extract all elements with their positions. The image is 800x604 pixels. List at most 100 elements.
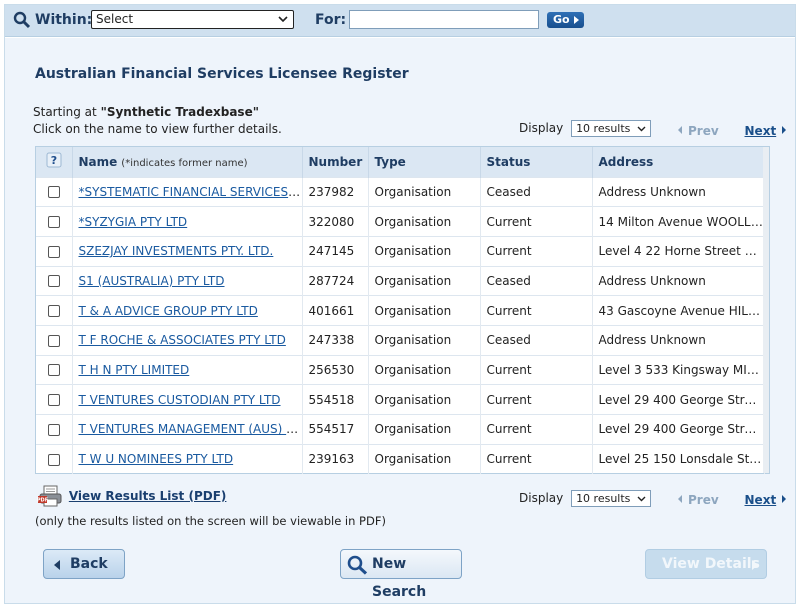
new-search-button[interactable]: New Search	[340, 549, 462, 600]
svg-text:PDF: PDF	[37, 498, 48, 504]
status-cell: Current	[480, 295, 593, 326]
number-cell: 247338	[302, 324, 369, 356]
view-results-pdf-link[interactable]: View Results List (PDF)	[69, 489, 227, 503]
status-column-header: Status	[480, 147, 593, 177]
back-button-label: Back	[70, 556, 108, 572]
search-bar: Within: Select For: Go	[5, 5, 795, 37]
results-per-page-select[interactable]: 10 results	[571, 490, 652, 507]
table-row[interactable]: SZEZJAY INVESTMENTS PTY. LTD. 247145 Organ…	[36, 235, 765, 267]
search-input[interactable]	[349, 10, 539, 29]
view-details-button[interactable]: View Details	[645, 549, 767, 579]
row-checkbox[interactable]	[47, 275, 60, 288]
prev-link[interactable]: Prev	[688, 124, 719, 138]
table-row[interactable]: T W U NOMINEES PTY LTD 239163 Organisation…	[36, 443, 765, 474]
number-cell: 554518	[302, 384, 369, 415]
name-cell: T VENTURES CUSTODIAN PTY LTD	[72, 384, 303, 415]
name-cell: T VENTURES MANAGEMENT (AUS) PT...	[72, 414, 303, 445]
number-cell: 247145	[302, 235, 369, 267]
table-row[interactable]: S1 (AUSTRALIA) PTY LTD 287724 Organisation…	[36, 265, 765, 296]
status-cell: Ceased	[480, 176, 593, 207]
table-row[interactable]: T VENTURES MANAGEMENT (AUS) PT... 554517 O…	[36, 414, 765, 445]
row-checkbox[interactable]	[47, 394, 60, 407]
display-label: Display	[519, 121, 564, 135]
licensee-name-link[interactable]: T H N PTY LIMITED	[79, 363, 190, 377]
row-checkbox-cell	[36, 384, 73, 415]
back-button[interactable]: Back	[43, 549, 125, 579]
display-control-bottom: Display 10 results	[519, 490, 652, 507]
type-cell: Organisation	[368, 384, 481, 415]
address-cell: Address Unknown	[592, 265, 765, 296]
address-cell: Address Unknown	[592, 324, 765, 356]
table-row[interactable]: *SYZYGIA PTY LTD 322080 Organisation Curren…	[36, 206, 765, 237]
number-cell: 287724	[302, 265, 369, 296]
starting-at-text: Starting at "Synthetic Tradexbase"	[33, 105, 259, 119]
licensee-name-link[interactable]: *SYSTEMATIC FINANCIAL SERVICES ...	[79, 185, 302, 199]
row-checkbox-cell	[36, 354, 73, 385]
name-cell: *SYZYGIA PTY LTD	[72, 206, 303, 237]
address-cell: Level 29 400 George Street...	[592, 414, 765, 445]
row-checkbox[interactable]	[47, 305, 60, 318]
go-button[interactable]: Go	[547, 12, 584, 28]
status-cell: Current	[480, 354, 593, 385]
address-cell: Level 25 150 Lonsdale Stre...	[592, 443, 765, 474]
name-cell: SZEZJAY INVESTMENTS PTY. LTD.	[72, 235, 303, 267]
pager-bottom: Prev Next	[678, 493, 787, 507]
name-header-label: Name	[78, 154, 118, 169]
row-checkbox[interactable]	[47, 423, 60, 436]
address-cell: 43 Gascoyne Avenue HILLC...	[592, 295, 765, 326]
table-row[interactable]: T H N PTY LIMITED 256530 Organisation Curre…	[36, 354, 765, 385]
row-checkbox[interactable]	[47, 334, 60, 347]
number-cell: 401661	[302, 295, 369, 326]
prev-arrow-icon	[678, 126, 682, 134]
status-cell: Current	[480, 206, 593, 237]
name-cell: T & A ADVICE GROUP PTY LTD	[72, 295, 303, 326]
row-checkbox-cell	[36, 414, 73, 445]
name-cell: *SYSTEMATIC FINANCIAL SERVICES ...	[72, 176, 303, 207]
table-row[interactable]: T & A ADVICE GROUP PTY LTD 401661 Organisa…	[36, 295, 765, 326]
table-scrollbar[interactable]	[763, 147, 769, 473]
prev-link[interactable]: Prev	[688, 493, 719, 507]
licensee-name-link[interactable]: S1 (AUSTRALIA) PTY LTD	[79, 274, 225, 288]
licensee-name-link[interactable]: *SYZYGIA PTY LTD	[79, 215, 188, 229]
licensee-name-link[interactable]: T VENTURES CUSTODIAN PTY LTD	[79, 393, 281, 407]
printer-pdf-icon: PDF	[37, 485, 62, 507]
row-checkbox-cell	[36, 206, 73, 237]
help-header: ?	[36, 147, 73, 177]
status-cell: Current	[480, 414, 593, 445]
table-row[interactable]: T F ROCHE & ASSOCIATES PTY LTD 247338 Orga…	[36, 324, 765, 356]
view-details-label: View Details	[662, 556, 760, 572]
address-cell: Address Unknown	[592, 176, 765, 207]
licensee-name-link[interactable]: SZEZJAY INVESTMENTS PTY. LTD.	[79, 244, 274, 258]
row-checkbox[interactable]	[47, 453, 60, 466]
within-select-value: Select	[96, 12, 134, 26]
row-checkbox[interactable]	[47, 186, 60, 199]
licensee-name-link[interactable]: T F ROCHE & ASSOCIATES PTY LTD	[79, 333, 286, 347]
next-link[interactable]: Next	[745, 124, 777, 138]
next-link[interactable]: Next	[745, 493, 777, 507]
go-button-label: Go	[553, 13, 570, 26]
number-cell: 237982	[302, 176, 369, 207]
results-table-container: ? Name (*indicates former name) Number Ty…	[35, 146, 770, 474]
address-cell: Level 3 533 Kingsway MIRA...	[592, 354, 765, 385]
pdf-export: PDF View Results List (PDF)	[37, 485, 226, 507]
table-row[interactable]: T VENTURES CUSTODIAN PTY LTD 554518 Organi…	[36, 384, 765, 415]
next-arrow-icon	[782, 126, 787, 134]
licensee-name-link[interactable]: T VENTURES MANAGEMENT (AUS) PT...	[79, 422, 302, 436]
type-cell: Organisation	[368, 354, 481, 385]
status-cell: Ceased	[480, 324, 593, 356]
row-checkbox[interactable]	[47, 245, 60, 258]
within-select[interactable]: Select	[91, 10, 294, 29]
table-header-row: ? Name (*indicates former name) Number Ty…	[36, 147, 765, 177]
licensee-name-link[interactable]: T & A ADVICE GROUP PTY LTD	[79, 304, 258, 318]
svg-text:?: ?	[51, 154, 57, 167]
name-cell: S1 (AUSTRALIA) PTY LTD	[72, 265, 303, 296]
licensee-name-link[interactable]: T W U NOMINEES PTY LTD	[79, 452, 234, 466]
prev-arrow-icon	[678, 495, 682, 503]
results-panel: Australian Financial Services Licensee R…	[5, 38, 795, 603]
status-cell: Current	[480, 384, 593, 415]
table-row[interactable]: *SYSTEMATIC FINANCIAL SERVICES ... 237982…	[36, 176, 765, 207]
results-per-page-select[interactable]: 10 results	[571, 120, 652, 137]
help-icon[interactable]: ?	[46, 152, 62, 168]
row-checkbox[interactable]	[47, 364, 60, 377]
row-checkbox[interactable]	[47, 216, 60, 229]
